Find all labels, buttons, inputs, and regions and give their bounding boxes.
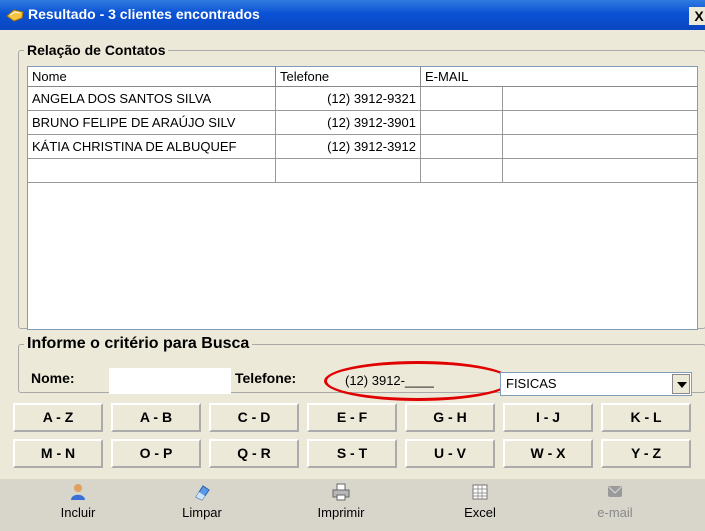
imprimir-button[interactable]: Imprimir: [286, 483, 396, 529]
table-row[interactable]: ANGELA DOS SANTOS SILVA (12) 3912-9321: [28, 87, 697, 111]
imprimir-label: Imprimir: [317, 505, 365, 520]
cell-telefone: (12) 3912-9321: [276, 87, 421, 110]
close-button[interactable]: X: [689, 7, 705, 25]
incluir-button[interactable]: Incluir: [23, 483, 133, 529]
search-legend: Informe o critério para Busca: [27, 335, 250, 352]
search-group: Informe o critério para Busca Nome: Tele…: [18, 335, 705, 401]
email-label: e-mail: [597, 505, 633, 520]
email-button[interactable]: e-mail: [560, 483, 670, 529]
table-row[interactable]: [28, 159, 697, 183]
letter-button-g-h[interactable]: G - H: [405, 403, 495, 432]
app-icon: [6, 9, 24, 22]
excel-button[interactable]: Excel: [425, 483, 535, 529]
contacts-legend: Relação de Contatos: [27, 42, 166, 58]
nome-input[interactable]: [109, 368, 231, 394]
letter-button-o-p[interactable]: O - P: [111, 439, 201, 468]
cell-nome: KÁTIA CHRISTINA DE ALBUQUEF: [28, 135, 276, 158]
table-row[interactable]: BRUNO FELIPE DE ARAÚJO SILV (12) 3912-39…: [28, 111, 697, 135]
eraser-icon: [195, 485, 210, 501]
telefone-label: Telefone:: [235, 370, 297, 386]
letter-button-s-t[interactable]: S - T: [307, 439, 397, 468]
contacts-group: Relação de Contatos Nome Telefone E-MAIL…: [18, 42, 705, 330]
letter-button-u-v[interactable]: U - V: [405, 439, 495, 468]
column-header-telefone[interactable]: Telefone: [276, 67, 421, 86]
cell-nome: ANGELA DOS SANTOS SILVA: [28, 87, 276, 110]
highlight-oval: [324, 361, 512, 401]
cell-telefone: (12) 3912-3912: [276, 135, 421, 158]
letter-button-q-r[interactable]: Q - R: [209, 439, 299, 468]
cell-telefone: (12) 3912-3901: [276, 111, 421, 134]
contacts-list[interactable]: Nome Telefone E-MAIL ANGELA DOS SANTOS S…: [27, 66, 698, 330]
incluir-label: Incluir: [60, 505, 96, 520]
column-header-nome[interactable]: Nome: [28, 67, 276, 86]
window-body: Relação de Contatos Nome Telefone E-MAIL…: [0, 30, 705, 531]
letter-button-i-j[interactable]: I - J: [503, 403, 593, 432]
column-header-email[interactable]: E-MAIL: [421, 67, 697, 86]
cell-telefone: [276, 159, 421, 182]
letter-filter-buttons: A - Z A - B C - D E - F G - H I - J K - …: [0, 401, 705, 473]
printer-icon: [332, 483, 350, 501]
window-title: Resultado - 3 clientes encontrados: [28, 6, 260, 22]
spreadsheet-icon: [472, 484, 488, 500]
letter-button-w-x[interactable]: W - X: [503, 439, 593, 468]
window-title-bar[interactable]: Resultado - 3 clientes encontrados X: [0, 0, 705, 30]
list-header: Nome Telefone E-MAIL: [28, 67, 697, 87]
tipo-select[interactable]: FISICAS: [500, 372, 692, 396]
tipo-select-value: FISICAS: [506, 376, 557, 391]
cell-email: [421, 159, 503, 182]
bottom-toolbar: Incluir Limpar Imprimir Excel e-mail: [0, 479, 705, 531]
letter-button-m-n[interactable]: M - N: [13, 439, 103, 468]
email-icon: [608, 486, 622, 497]
cell-email: [421, 87, 503, 110]
letter-button-e-f[interactable]: E - F: [307, 403, 397, 432]
letter-button-y-z[interactable]: Y - Z: [601, 439, 691, 468]
cell-email: [421, 135, 503, 158]
cell-nome: BRUNO FELIPE DE ARAÚJO SILV: [28, 111, 276, 134]
letter-button-a-z[interactable]: A - Z: [13, 403, 103, 432]
table-row[interactable]: KÁTIA CHRISTINA DE ALBUQUEF (12) 3912-39…: [28, 135, 697, 159]
chevron-down-icon[interactable]: [672, 374, 690, 394]
limpar-button[interactable]: Limpar: [147, 483, 257, 529]
letter-button-c-d[interactable]: C - D: [209, 403, 299, 432]
nome-label: Nome:: [31, 370, 75, 386]
letter-button-a-b[interactable]: A - B: [111, 403, 201, 432]
excel-label: Excel: [464, 505, 496, 520]
letter-button-k-l[interactable]: K - L: [601, 403, 691, 432]
limpar-label: Limpar: [182, 505, 222, 520]
cell-nome: [28, 159, 276, 182]
add-user-icon: [71, 484, 85, 500]
cell-email: [421, 111, 503, 134]
